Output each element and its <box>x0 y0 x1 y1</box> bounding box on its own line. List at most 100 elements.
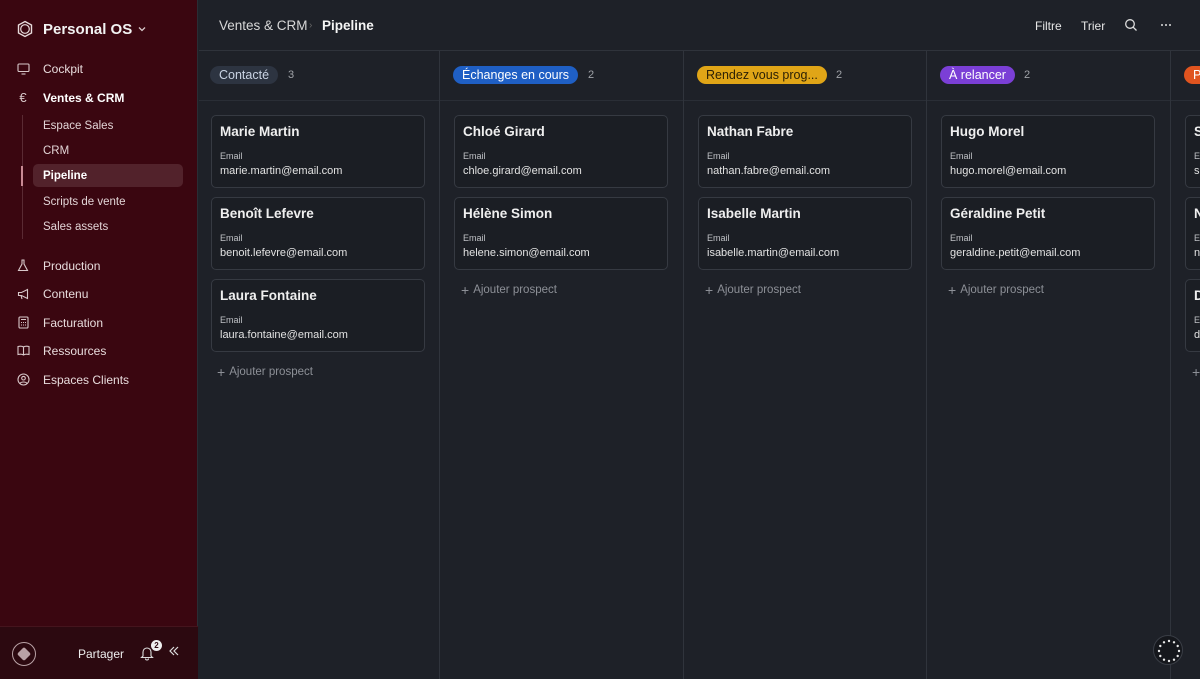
board-column: Contacté 3 Marie Martin Email marie.mart… <box>199 51 440 679</box>
flask-icon <box>16 259 30 273</box>
email-label: Email <box>220 315 243 325</box>
sidebar-item-cockpit[interactable]: Cockpit <box>10 57 183 80</box>
search-icon[interactable] <box>1124 18 1138 32</box>
prospect-name: Hugo Morel <box>950 124 1025 139</box>
email-label: Email <box>950 151 973 161</box>
prospect-card[interactable]: Isabelle Martin Email isabelle.martin@em… <box>698 197 912 270</box>
add-prospect-label: Ajouter prospect <box>960 284 1044 296</box>
prospect-card[interactable]: Hélène Simon Email helene.simon@email.co… <box>454 197 668 270</box>
column-count: 2 <box>588 69 595 81</box>
column-header: Rendez vous prog... 2 <box>684 51 926 101</box>
calculator-icon <box>16 316 30 330</box>
more-options-icon[interactable] <box>1159 18 1173 32</box>
workspace-logo-icon <box>17 20 33 38</box>
email-label: Email <box>463 233 486 243</box>
prospect-name: Chloé Girard <box>463 124 545 139</box>
sidebar-subitem-label: Pipeline <box>43 169 88 182</box>
collapse-sidebar-icon[interactable] <box>168 645 180 657</box>
add-prospect-button[interactable]: + Ajouter prospect <box>461 282 557 298</box>
column-count: 3 <box>288 69 295 81</box>
prospect-card[interactable]: Hugo Morel Email hugo.morel@email.com <box>941 115 1155 188</box>
sidebar-subitem-espace-sales[interactable]: Espace Sales <box>33 114 183 137</box>
breadcrumb-separator-icon: › <box>309 20 313 31</box>
avatar[interactable] <box>12 642 36 666</box>
plus-icon: + <box>705 282 714 298</box>
sidebar-item-label: Ventes & CRM <box>43 90 125 105</box>
add-prospect-button[interactable]: + <box>1192 364 1200 380</box>
status-badge[interactable]: Échanges en cours <box>453 66 579 84</box>
spinner-icon <box>1157 639 1181 663</box>
status-badge[interactable]: À relancer <box>940 66 1015 84</box>
email-label: Email <box>707 233 730 243</box>
prospect-name: S <box>1194 124 1200 139</box>
board-column: P S Email s N Email n D Email d + <box>1171 51 1200 679</box>
sort-button[interactable]: Trier <box>1081 19 1105 33</box>
plus-icon: + <box>948 282 957 298</box>
board-column: À relancer 2 Hugo Morel Email hugo.morel… <box>927 51 1171 679</box>
plus-icon: + <box>217 364 226 380</box>
sidebar-subitem-label: CRM <box>43 144 70 157</box>
sidebar-item-facturation[interactable]: Facturation <box>10 311 183 334</box>
sidebar-subitem-label: Espace Sales <box>43 119 114 132</box>
add-prospect-button[interactable]: + Ajouter prospect <box>217 364 313 380</box>
prospect-email: geraldine.petit@email.com <box>950 247 1081 259</box>
status-badge[interactable]: P <box>1184 66 1200 84</box>
loading-spinner <box>1153 635 1183 665</box>
sidebar-item-ventes-crm[interactable]: € Ventes & CRM <box>10 86 183 109</box>
prospect-name: N <box>1194 206 1200 221</box>
sidebar-item-production[interactable]: Production <box>10 254 183 277</box>
prospect-card[interactable]: Géraldine Petit Email geraldine.petit@em… <box>941 197 1155 270</box>
prospect-email: marie.martin@email.com <box>220 165 343 177</box>
column-header: P <box>1171 51 1200 101</box>
sidebar-subitem-pipeline[interactable]: Pipeline <box>33 164 183 187</box>
prospect-name: Hélène Simon <box>463 206 553 221</box>
column-header: À relancer 2 <box>927 51 1170 101</box>
plus-icon: + <box>1192 364 1200 380</box>
prospect-card[interactable]: Nathan Fabre Email nathan.fabre@email.co… <box>698 115 912 188</box>
book-icon <box>16 344 30 358</box>
sidebar-subitem-scripts-de-vente[interactable]: Scripts de vente <box>33 190 183 213</box>
workspace-switcher[interactable]: Personal OS <box>16 18 147 40</box>
prospect-name: Laura Fontaine <box>220 288 317 303</box>
prospect-card[interactable]: S Email s <box>1185 115 1200 188</box>
prospect-card[interactable]: Marie Martin Email marie.martin@email.co… <box>211 115 425 188</box>
prospect-card[interactable]: Benoît Lefevre Email benoit.lefevre@emai… <box>211 197 425 270</box>
sidebar-item-espaces-clients[interactable]: Espaces Clients <box>10 368 183 391</box>
prospect-card[interactable]: Chloé Girard Email chloe.girard@email.co… <box>454 115 668 188</box>
column-header: Contacté 3 <box>199 51 439 101</box>
status-badge[interactable]: Rendez vous prog... <box>697 66 827 84</box>
sidebar-item-contenu[interactable]: Contenu <box>10 282 183 305</box>
sidebar-item-ressources[interactable]: Ressources <box>10 339 183 362</box>
add-prospect-button[interactable]: + Ajouter prospect <box>705 282 801 298</box>
status-badge[interactable]: Contacté <box>210 66 279 84</box>
breadcrumb-parent[interactable]: Ventes & CRM <box>219 18 308 33</box>
prospect-email: d <box>1194 329 1200 341</box>
prospect-card[interactable]: Laura Fontaine Email laura.fontaine@emai… <box>211 279 425 352</box>
megaphone-icon <box>16 287 30 301</box>
plus-icon: + <box>461 282 470 298</box>
share-button[interactable]: Partager <box>78 647 124 661</box>
monitor-icon <box>16 62 30 76</box>
filter-button[interactable]: Filtre <box>1035 19 1062 33</box>
prospect-name: Géraldine Petit <box>950 206 1046 221</box>
tree-active-marker <box>21 166 23 186</box>
prospect-card[interactable]: D Email d <box>1185 279 1200 352</box>
chevron-down-icon <box>138 27 146 32</box>
add-prospect-label: Ajouter prospect <box>229 366 313 378</box>
board-column: Rendez vous prog... 2 Nathan Fabre Email… <box>684 51 927 679</box>
sidebar-subitem-crm[interactable]: CRM <box>33 139 183 162</box>
email-label: Email <box>463 151 486 161</box>
sidebar-subitem-sales-assets[interactable]: Sales assets <box>33 215 183 238</box>
email-label: Email <box>1194 233 1200 243</box>
prospect-email: n <box>1194 247 1200 259</box>
column-header: Échanges en cours 2 <box>440 51 683 101</box>
column-count: 2 <box>836 69 843 81</box>
prospect-card[interactable]: N Email n <box>1185 197 1200 270</box>
prospect-email: chloe.girard@email.com <box>463 165 582 177</box>
notification-count-badge: 2 <box>151 640 162 651</box>
prospect-name: Isabelle Martin <box>707 206 801 221</box>
prospect-email: isabelle.martin@email.com <box>707 247 840 259</box>
sidebar-item-label: Production <box>43 258 101 273</box>
user-circle-icon <box>16 373 30 387</box>
add-prospect-button[interactable]: + Ajouter prospect <box>948 282 1044 298</box>
